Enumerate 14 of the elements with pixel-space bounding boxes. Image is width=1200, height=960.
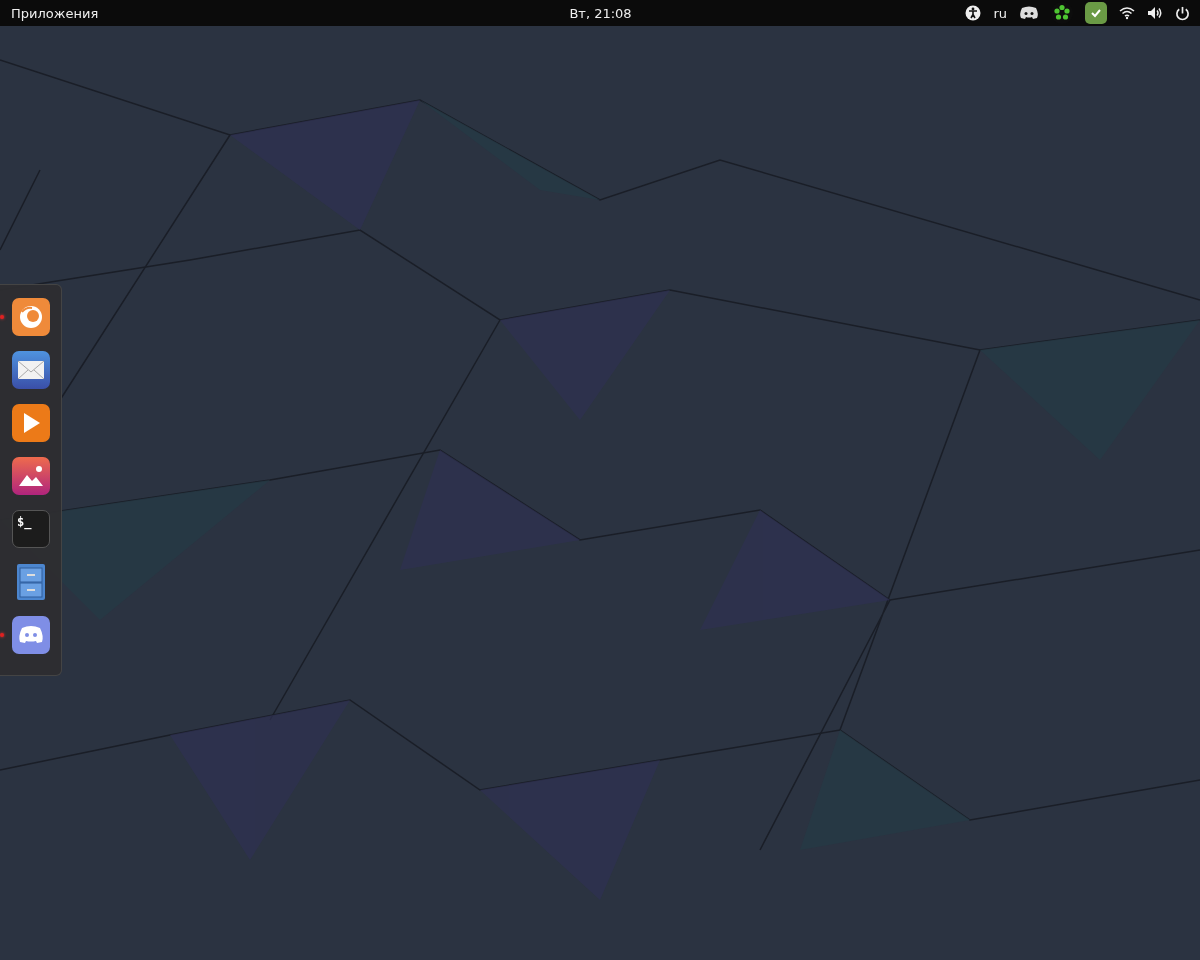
volume-icon[interactable] — [1147, 5, 1163, 21]
clock[interactable]: Вт, 21:08 — [569, 5, 632, 21]
picture-icon[interactable] — [12, 457, 50, 495]
checkmark-icon[interactable] — [1085, 2, 1107, 24]
envelope-icon[interactable] — [12, 351, 50, 389]
applications-menu[interactable]: Приложения — [11, 5, 99, 21]
language-indicator[interactable]: ru — [993, 5, 1007, 21]
game-controller-icon[interactable] — [12, 616, 50, 654]
power-icon[interactable] — [1175, 5, 1190, 21]
accessibility-icon[interactable] — [965, 5, 982, 21]
wifi-icon[interactable] — [1119, 6, 1135, 20]
terminal-launcher[interactable]: $_ — [12, 510, 50, 548]
play-icon[interactable] — [12, 404, 50, 442]
discord-icon[interactable] — [1019, 5, 1039, 21]
